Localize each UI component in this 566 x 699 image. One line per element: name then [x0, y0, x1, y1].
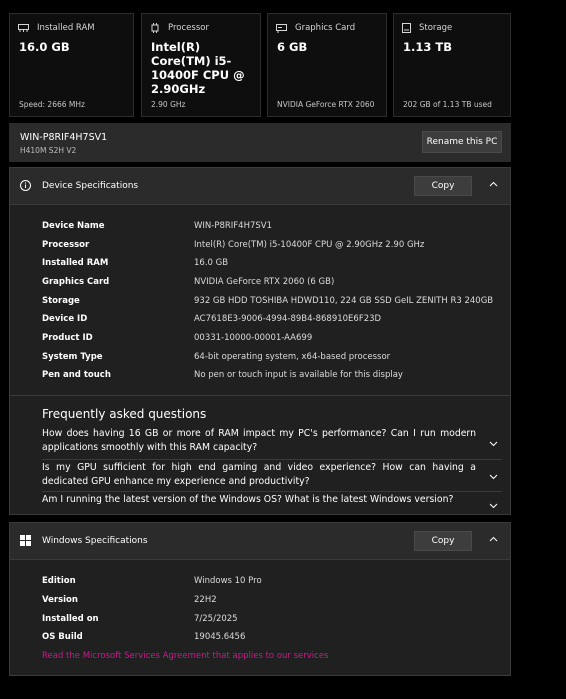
spec-label: OS Build — [42, 632, 83, 642]
faq-question: Am I running the latest version of the W… — [42, 494, 454, 505]
faq-item[interactable]: Am I running the latest version of the W… — [42, 492, 502, 516]
spec-label: Edition — [42, 576, 76, 586]
card-subtext: NVIDIA GeForce RTX 2060 — [277, 100, 375, 109]
section-title: Windows Specifications — [42, 536, 148, 546]
processor-icon — [151, 23, 159, 33]
card-title: Processor — [168, 23, 209, 33]
spec-row: OS Build 19045.6456 — [42, 632, 500, 650]
windows-specifications-body: Edition Windows 10 Pro Version 22H2 Instal… — [10, 559, 510, 675]
spec-row: Product ID 00331-10000-00001-AA699 — [42, 333, 500, 351]
chevron-down-icon[interactable] — [489, 474, 498, 480]
faq-question: Is my GPU sufficient for high end gaming… — [42, 462, 476, 487]
pc-model: H410M S2H V2 — [20, 146, 77, 155]
windows-specifications-header[interactable]: Windows Specifications Copy — [10, 523, 510, 559]
spec-value: 19045.6456 — [194, 632, 246, 642]
card-title: Graphics Card — [295, 23, 356, 33]
card-subtext: 2.90 GHz — [151, 100, 186, 109]
windows-logo-icon — [20, 535, 31, 546]
spec-label: Device ID — [42, 314, 88, 324]
card-title: Installed RAM — [37, 23, 95, 33]
spec-label: Product ID — [42, 333, 93, 343]
spec-row: Installed on 7/25/2025 — [42, 614, 500, 632]
faq-item[interactable]: How does having 16 GB or more of RAM imp… — [42, 427, 502, 460]
spec-row: Installed RAM 16.0 GB — [42, 258, 500, 276]
spec-label: Storage — [42, 296, 80, 306]
graphics-card-icon — [276, 23, 287, 33]
spec-row: Device Name WIN-P8RIF4H7SV1 — [42, 221, 500, 239]
device-specifications-body: Device Name WIN-P8RIF4H7SV1 Processor Inte… — [10, 204, 510, 514]
spec-value: 00331-10000-00001-AA699 — [194, 333, 313, 343]
faq-question: How does having 16 GB or more of RAM imp… — [42, 428, 476, 453]
spec-value: NVIDIA GeForce RTX 2060 (6 GB) — [194, 277, 335, 287]
spec-row: Storage 932 GB HDD TOSHIBA HDWD110, 224 G… — [42, 296, 500, 314]
section-title: Device Specifications — [42, 181, 139, 191]
spec-label: Processor — [42, 240, 90, 250]
faq-title: Frequently asked questions — [42, 407, 207, 421]
pc-name-bar: WIN-P8RIF4H7SV1 H410M S2H V2 Rename this… — [9, 123, 511, 162]
card-installed-ram: Installed RAM 16.0 GB Speed: 2666 MHz — [9, 13, 134, 117]
card-value: 16.0 GB — [19, 40, 70, 54]
chevron-down-icon[interactable] — [489, 441, 498, 447]
card-storage: Storage 1.13 TB 202 GB of 1.13 TB used — [393, 13, 511, 117]
chevron-down-icon[interactable] — [489, 503, 498, 509]
spec-label: Pen and touch — [42, 370, 111, 380]
ram-icon — [18, 24, 29, 32]
spec-label: Installed RAM — [42, 258, 109, 268]
spec-label: Version — [42, 595, 78, 605]
spec-label: Installed on — [42, 614, 99, 624]
card-value: 6 GB — [277, 40, 308, 54]
spec-row: Pen and touch No pen or touch input is av… — [42, 370, 500, 388]
spec-value: Intel(R) Core(TM) i5-10400F CPU @ 2.90GH… — [194, 240, 425, 250]
card-graphics: Graphics Card 6 GB NVIDIA GeForce RTX 20… — [267, 13, 387, 117]
card-value: Intel(R) Core(TM) i5-10400F CPU @ 2.90GH… — [151, 40, 245, 96]
storage-icon — [402, 23, 411, 33]
spec-value: 7/25/2025 — [194, 614, 238, 624]
spec-row: Version 22H2 — [42, 595, 500, 613]
spec-row: Processor Intel(R) Core(TM) i5-10400F CPU… — [42, 240, 500, 258]
spec-row: Graphics Card NVIDIA GeForce RTX 2060 (6 … — [42, 277, 500, 295]
copy-device-specs-button[interactable]: Copy — [414, 176, 472, 196]
chevron-up-icon[interactable] — [489, 181, 498, 187]
copy-windows-specs-button[interactable]: Copy — [414, 531, 472, 551]
spec-value: WIN-P8RIF4H7SV1 — [194, 221, 272, 231]
windows-specifications-section: Windows Specifications Copy Edition Windo… — [9, 522, 511, 676]
spec-value: 16.0 GB — [194, 258, 229, 268]
info-icon — [20, 180, 31, 191]
faq-item[interactable]: Is my GPU sufficient for high end gaming… — [42, 460, 502, 492]
card-subtext: Speed: 2666 MHz — [19, 100, 85, 109]
spec-value: 932 GB HDD TOSHIBA HDWD110, 224 GB SSD G… — [194, 296, 494, 306]
spec-label: Device Name — [42, 221, 105, 231]
card-subtext: 202 GB of 1.13 TB used — [403, 100, 492, 109]
spec-row: System Type 64-bit operating system, x64-… — [42, 352, 500, 370]
chevron-up-icon[interactable] — [489, 536, 498, 542]
spec-value: 64-bit operating system, x64-based proce… — [194, 352, 391, 362]
rename-pc-button[interactable]: Rename this PC — [422, 131, 502, 153]
card-value: 1.13 TB — [403, 40, 452, 54]
spec-value: 22H2 — [194, 595, 217, 605]
pc-name: WIN-P8RIF4H7SV1 — [20, 132, 108, 143]
spec-label: Graphics Card — [42, 277, 110, 287]
device-specifications-header[interactable]: Device Specifications Copy — [10, 168, 510, 204]
spec-label: System Type — [42, 352, 103, 362]
spec-value: No pen or touch input is available for t… — [194, 370, 403, 380]
spec-value: AC7618E3-9006-4994-89B4-868910E6F23D — [194, 314, 382, 324]
divider — [10, 395, 510, 396]
spec-row: Edition Windows 10 Pro — [42, 576, 500, 594]
device-specifications-section: Device Specifications Copy Device Name WI… — [9, 167, 511, 515]
services-agreement-link[interactable]: Read the Microsoft Services Agreement th… — [42, 651, 329, 661]
spec-row: Device ID AC7618E3-9006-4994-89B4-868910E… — [42, 314, 500, 332]
card-processor: Processor Intel(R) Core(TM) i5-10400F CP… — [141, 13, 261, 117]
card-title: Storage — [419, 23, 453, 33]
spec-value: Windows 10 Pro — [194, 576, 262, 586]
